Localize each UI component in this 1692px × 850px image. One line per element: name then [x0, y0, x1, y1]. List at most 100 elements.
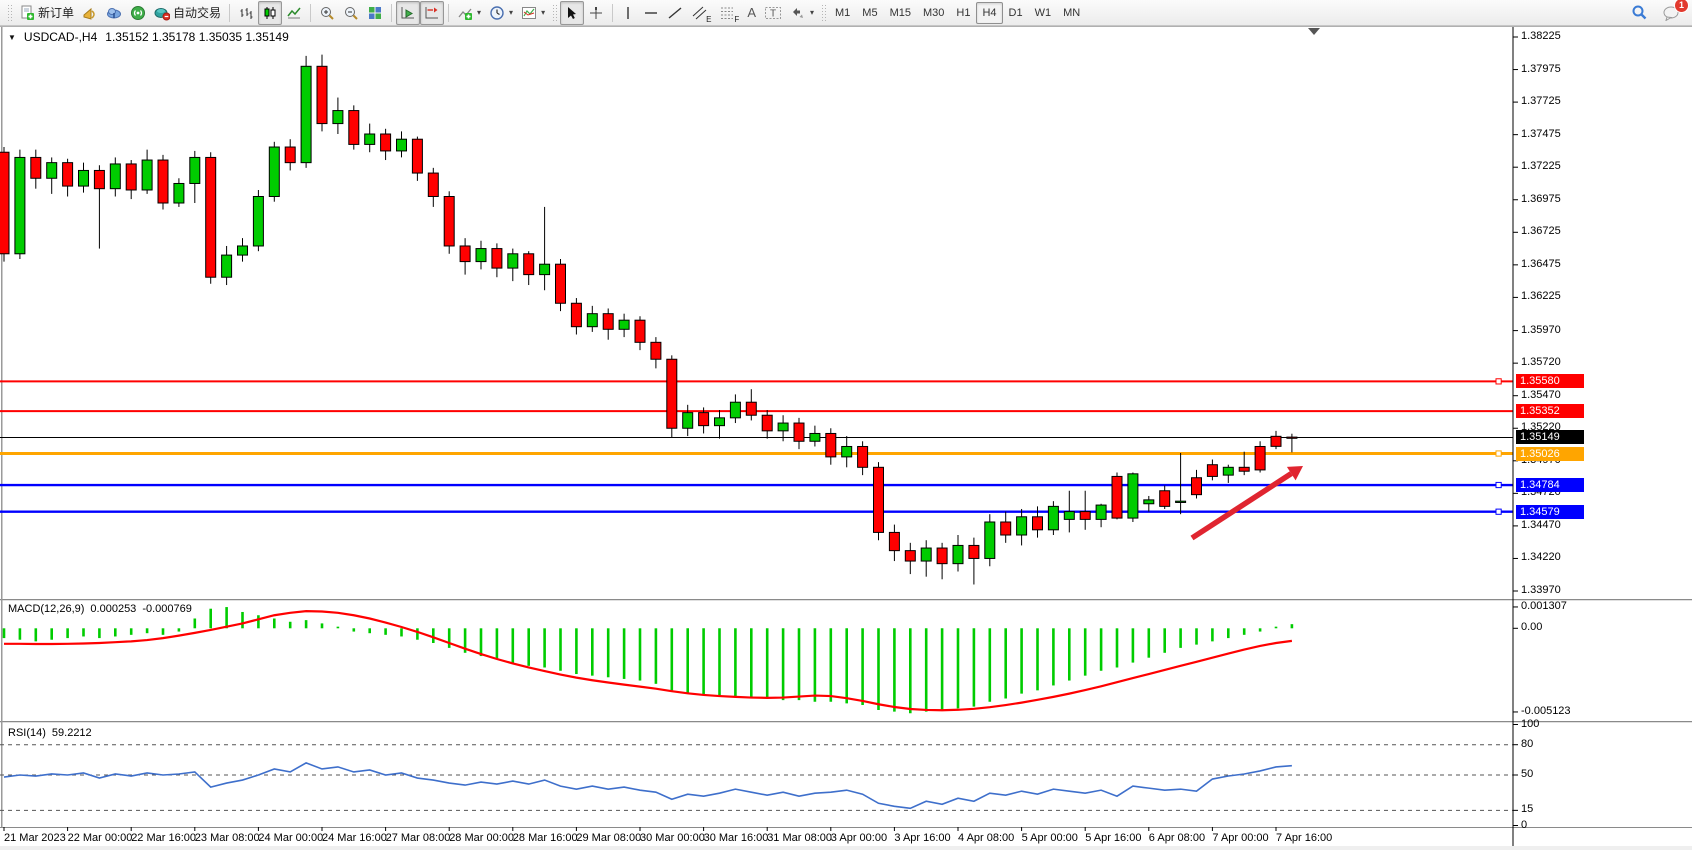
- toolbar-separator: [229, 4, 230, 22]
- candle-body: [619, 320, 629, 329]
- horizontal-line-button[interactable]: [639, 1, 663, 25]
- candle-body: [365, 134, 375, 144]
- timeframe-button-d1[interactable]: D1: [1003, 2, 1029, 24]
- mt4-window: 新订单: [0, 0, 1692, 850]
- crosshair-button[interactable]: [584, 1, 608, 25]
- timeframe-button-mn[interactable]: MN: [1057, 2, 1086, 24]
- hline-handle[interactable]: [1496, 482, 1501, 487]
- toolbar-separator: [448, 4, 449, 22]
- chevron-down-icon: ▾: [509, 8, 513, 17]
- candle-body: [317, 66, 327, 123]
- text-label-button[interactable]: T: [760, 1, 786, 25]
- chevron-down-icon: ▾: [810, 8, 814, 17]
- templates-button[interactable]: ▾: [517, 1, 549, 25]
- new-order-button[interactable]: 新订单: [15, 1, 78, 25]
- timeframe-button-m5[interactable]: M5: [856, 2, 883, 24]
- candle-body: [826, 433, 836, 456]
- timeframe-button-h4[interactable]: H4: [976, 2, 1002, 24]
- candle-body: [1255, 446, 1265, 469]
- candle-body: [1223, 467, 1233, 475]
- sound-button[interactable]: [78, 1, 102, 25]
- hline-handle[interactable]: [1496, 509, 1501, 514]
- bar-chart-icon: [238, 5, 254, 21]
- hline-handle[interactable]: [1496, 379, 1501, 384]
- cursor-button[interactable]: [560, 1, 584, 25]
- auto-scroll-button[interactable]: [396, 1, 420, 25]
- svg-text:T: T: [770, 8, 776, 19]
- toolbar: 新订单: [0, 0, 1692, 26]
- periods-button[interactable]: ▾: [485, 1, 517, 25]
- zoom-in-button[interactable]: [315, 1, 339, 25]
- timeframe-button-m15[interactable]: M15: [884, 2, 917, 24]
- candle-body: [571, 303, 581, 326]
- candle-body: [1080, 512, 1090, 520]
- hline-handle[interactable]: [1496, 451, 1501, 456]
- candle-body: [269, 147, 279, 196]
- candle-body: [1239, 467, 1249, 471]
- panel-divider[interactable]: [0, 599, 1692, 601]
- line-chart-icon: [286, 5, 302, 21]
- candle-body: [699, 413, 709, 426]
- search-button[interactable]: [1627, 1, 1652, 25]
- candle-body: [635, 320, 645, 342]
- timeframe-button-m30[interactable]: M30: [917, 2, 950, 24]
- tile-windows-icon: [367, 5, 383, 21]
- bar-chart-button[interactable]: [234, 1, 258, 25]
- auto-trading-button[interactable]: 自动交易: [150, 1, 225, 25]
- candle-body: [1096, 505, 1106, 519]
- chevron-down-icon: ▾: [541, 8, 545, 17]
- publish-button[interactable]: [102, 1, 126, 25]
- candle-body: [1287, 437, 1297, 438]
- chart-canvas[interactable]: [0, 0, 1692, 850]
- candle-body: [889, 532, 899, 550]
- shift-marker-icon[interactable]: [1308, 28, 1320, 35]
- signals-button[interactable]: [126, 1, 150, 25]
- candle-body: [253, 196, 263, 245]
- candle-body: [953, 545, 963, 563]
- macd-indicator: [4, 607, 1292, 713]
- toolbar-grip[interactable]: [821, 4, 826, 22]
- candle-body: [540, 264, 550, 274]
- search-icon: [1631, 4, 1648, 21]
- toolbar-grip[interactable]: [552, 4, 557, 22]
- candle-body: [1064, 512, 1074, 520]
- timeframe-button-w1[interactable]: W1: [1029, 2, 1058, 24]
- candle-body: [238, 246, 248, 255]
- arrows-button[interactable]: ▾: [786, 1, 818, 25]
- zoom-out-button[interactable]: [339, 1, 363, 25]
- candle-body: [301, 66, 311, 162]
- chevron-down-icon: ▾: [477, 8, 481, 17]
- fibonacci-button[interactable]: F: [715, 1, 743, 25]
- timeframe-group: M1M5M15M30H1H4D1W1MN: [829, 2, 1086, 24]
- panel-divider[interactable]: [0, 721, 1692, 723]
- candle-body: [15, 157, 25, 253]
- equidistant-channel-button[interactable]: E: [687, 1, 715, 25]
- chart-shift-button[interactable]: [420, 1, 444, 25]
- toolbar-grip[interactable]: [7, 4, 12, 22]
- notifications-button[interactable]: 1: [1658, 1, 1684, 25]
- line-chart-button[interactable]: [282, 1, 306, 25]
- candle-body: [31, 157, 41, 178]
- crosshair-icon: [588, 5, 604, 21]
- candle-body: [1144, 500, 1154, 504]
- auto-trading-icon: [154, 5, 170, 21]
- zoom-out-icon: [343, 5, 359, 21]
- candle-body: [810, 433, 820, 441]
- trendline-button[interactable]: [663, 1, 687, 25]
- candle-body: [158, 160, 168, 203]
- tile-windows-button[interactable]: [363, 1, 387, 25]
- timeframe-button-h1[interactable]: H1: [950, 2, 976, 24]
- candle-body: [412, 139, 422, 173]
- timeframe-button-m1[interactable]: M1: [829, 2, 856, 24]
- candle-body: [746, 402, 756, 415]
- candle-body: [476, 249, 486, 262]
- candle-body: [556, 264, 566, 303]
- candlestick-chart-button[interactable]: [258, 1, 282, 25]
- candles: [0, 55, 1297, 585]
- candle-body: [174, 183, 184, 203]
- vertical-line-button[interactable]: [617, 1, 639, 25]
- text-button[interactable]: A: [743, 1, 760, 25]
- candle-body: [905, 551, 915, 561]
- indicators-button[interactable]: ▾: [453, 1, 485, 25]
- candle-body: [94, 170, 104, 188]
